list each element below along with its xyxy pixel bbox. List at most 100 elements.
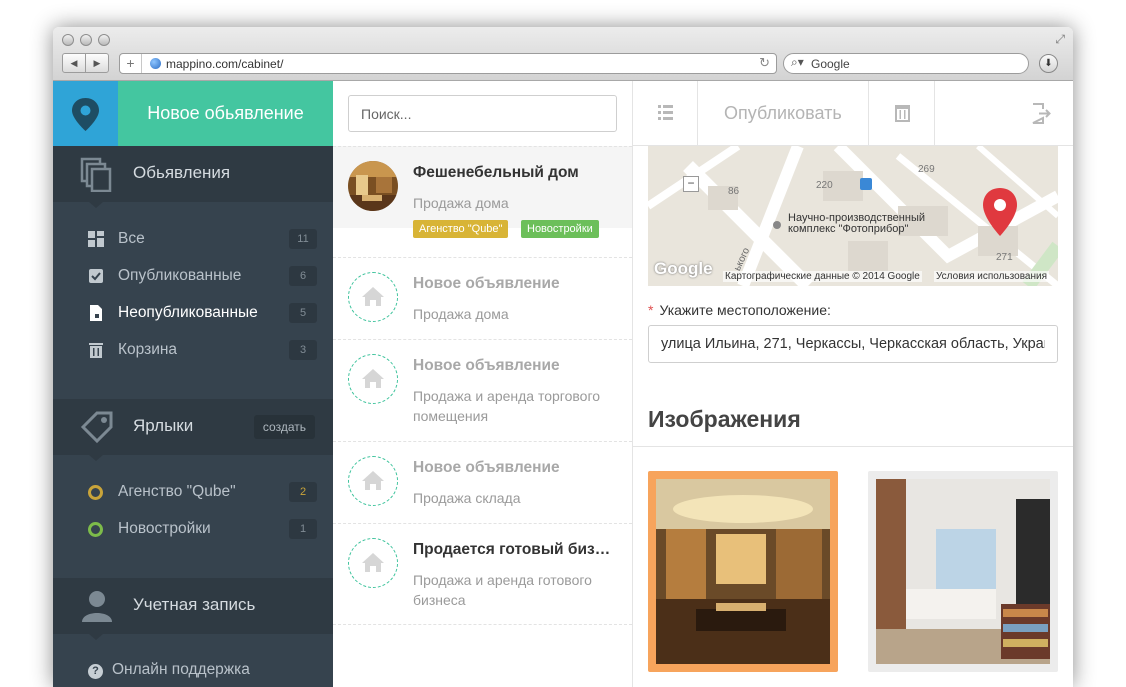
location-map[interactable]: − 86 220 269 271 ького Научно-производст… [648,146,1058,286]
placeholder-avatar [348,456,398,506]
list-search-box[interactable] [348,95,617,132]
ads-section-header[interactable]: Обьявления [53,146,333,208]
tag-new-buildings[interactable]: Новостройки [521,220,599,238]
globe-icon [150,58,161,69]
reload-icon[interactable]: ↻ [759,55,770,71]
url-text[interactable]: mappino.com/cabinet/ [166,57,283,71]
help-icon: ? [88,664,103,679]
ad-thumbnail [348,161,398,211]
list-item-title: Новое объявление [413,459,560,476]
map-pin-icon [72,98,99,131]
list-icon [658,105,673,120]
count-badge: 5 [289,303,317,323]
online-support-link[interactable]: ? Онлайн поддержка [88,661,250,679]
sidebar-item-label: Опубликованные [118,267,242,284]
checkbox-icon [89,269,103,283]
tag-icon [80,411,113,444]
close-window-button[interactable] [62,34,74,46]
online-support-label: Онлайн поддержка [112,661,250,678]
map-house-number: 220 [816,180,833,191]
list-item[interactable]: Новое объявление Продажа и аренда торгов… [333,339,632,424]
sidebar-item-label: Новостройки [118,520,211,537]
forward-button[interactable]: ▶ [86,54,108,72]
house-icon [362,553,384,572]
location-input[interactable] [649,326,1057,362]
download-icon[interactable]: ⬇ [1039,54,1058,73]
required-mark: * [648,302,654,318]
list-item[interactable]: Новое объявление Продажа склада [333,441,632,523]
tag-agency[interactable]: Агенство "Qube" [413,220,509,238]
location-label-text: Укажите местоположение: [659,302,831,318]
list-item-subtitle: Продажа и аренда торгового помещения [413,388,601,424]
address-bar[interactable]: + mappino.com/cabinet/ ↻ [119,53,777,74]
sidebar-item-published[interactable]: Опубликованные 6 [53,258,333,295]
count-badge: 6 [289,266,317,286]
ads-section-title: Обьявления [133,163,231,182]
house-icon [362,369,384,388]
sidebar-item-label: Агенство "Qube" [118,483,236,500]
sidebar-item-unpublished[interactable]: Неопубликованные 5 [53,295,333,332]
label-color-ring [88,485,103,500]
map-house-number: 86 [728,186,740,197]
list-search-input[interactable] [349,96,616,131]
sidebar-item-label: Неопубликованные [118,304,258,321]
ad-editor: Опубликовать − 86 220 269 271 ького Науч… [633,81,1073,687]
sidebar-item-label: Корзина [118,341,178,358]
back-button[interactable]: ◀ [63,54,86,72]
page: Новое обьявление Обьявления Все 11 Опубл… [53,81,1073,687]
count-badge: 2 [289,482,317,502]
living-room-photo [876,479,1050,664]
create-label-button[interactable]: создать [253,415,315,439]
count-badge: 1 [289,519,317,539]
sidebar-item-label-new-buildings[interactable]: Новостройки 1 [53,511,333,548]
label-color-ring [88,522,103,537]
minimize-window-button[interactable] [80,34,92,46]
section-notch [89,202,103,208]
google-logo: Google [654,259,713,278]
map-zoom-out-button[interactable]: − [683,176,699,192]
user-icon [82,591,112,622]
new-tab-button[interactable]: + [120,54,142,73]
map-house-number: 271 [996,252,1013,263]
sidebar-item-all[interactable]: Все 11 [53,221,333,258]
divider [633,446,1073,447]
list-view-button[interactable] [633,81,698,146]
browser-chrome: ⤢ ◀ ▶ + mappino.com/cabinet/ ↻ ⌕▾ Google… [53,27,1073,81]
zoom-window-button[interactable] [98,34,110,46]
history-buttons: ◀ ▶ [62,53,109,73]
placeholder-avatar [348,272,398,322]
grid-icon [88,231,104,247]
logo[interactable] [53,81,118,146]
image-thumbnail[interactable] [868,471,1058,672]
list-item[interactable]: Новое объявление Продажа дома [333,257,632,339]
fullscreen-icon[interactable]: ⤢ [1055,32,1065,47]
map-house-number: 269 [918,164,935,175]
location-field[interactable] [648,325,1058,363]
living-room-photo [656,479,830,664]
list-item-subtitle: Продажа дома [413,306,509,322]
sidebar-item-label-qube[interactable]: Агенство "Qube" 2 [53,474,333,511]
browser-window: ⤢ ◀ ▶ + mappino.com/cabinet/ ↻ ⌕▾ Google… [53,27,1073,687]
account-section-title: Учетная запись [133,595,256,614]
new-ad-button[interactable]: Новое обьявление [118,81,333,146]
publish-label: Опубликовать [724,103,842,123]
list-item-subtitle: Продажа и аренда готового бизнеса [413,572,592,608]
delete-button[interactable] [869,81,935,146]
location-label: * Укажите местоположение: [648,302,831,318]
exit-button[interactable] [1007,81,1073,146]
list-item[interactable]: Фешенебельный дом Продажа дома Агенство … [333,146,632,238]
section-notch [89,634,103,640]
browser-search-field[interactable]: ⌕▾ Google [783,53,1029,74]
search-icon: ⌕▾ [791,55,804,69]
list-item-title: Продается готовый бизнес [413,541,618,558]
map-terms-link[interactable]: Условия использования [934,271,1049,282]
section-notch [89,455,103,461]
image-thumbnail-selected[interactable] [648,471,838,672]
trash-icon [89,343,103,358]
publish-button[interactable]: Опубликовать [698,81,869,146]
sidebar-item-trash[interactable]: Корзина 3 [53,332,333,369]
labels-section-header[interactable]: Ярлыки создать [53,399,333,461]
list-item[interactable]: Продается готовый бизнес Продажа и аренд… [333,523,632,625]
account-section-header[interactable]: Учетная запись [53,578,333,640]
map-poi-label: Научно-производственный комплекс "Фотопри… [788,212,925,235]
